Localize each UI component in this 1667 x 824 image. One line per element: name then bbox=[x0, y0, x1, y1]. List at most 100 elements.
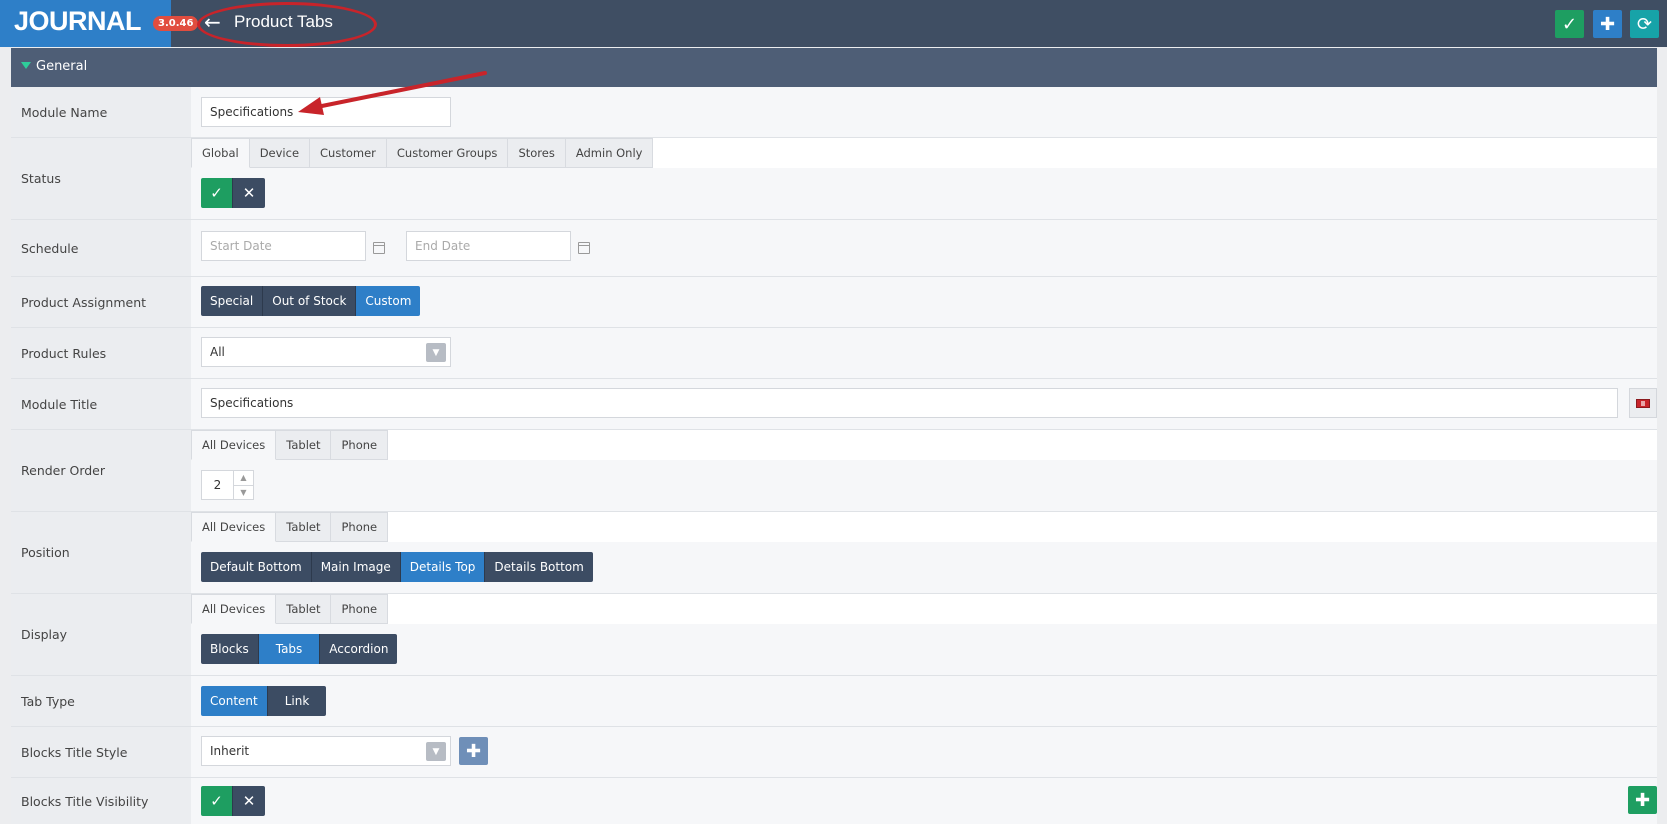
blocks-title-style-select[interactable]: Inherit ▼ bbox=[201, 736, 451, 766]
display-tabs: All Devices Tablet Phone bbox=[191, 594, 389, 624]
option-default-bottom[interactable]: Default Bottom bbox=[201, 552, 312, 582]
history-button[interactable]: ⟳ bbox=[1630, 10, 1659, 38]
tab-strip bbox=[191, 594, 1657, 624]
option-details-top[interactable]: Details Top bbox=[400, 552, 486, 582]
calendar-icon[interactable] bbox=[578, 242, 590, 254]
field-label: Product Rules bbox=[11, 328, 191, 378]
toggle-yes-button[interactable]: ✓ bbox=[201, 178, 233, 208]
tab-strip bbox=[191, 430, 1657, 460]
calendar-icon[interactable] bbox=[373, 242, 385, 254]
render-order-tabs: All Devices Tablet Phone bbox=[191, 430, 389, 460]
module-title-value: Specifications bbox=[210, 396, 294, 410]
tab-admin-only[interactable]: Admin Only bbox=[565, 138, 654, 168]
flag-icon bbox=[1636, 398, 1650, 408]
field-label: Position bbox=[11, 512, 191, 593]
option-blocks[interactable]: Blocks bbox=[201, 634, 259, 664]
tab-all-devices[interactable]: All Devices bbox=[191, 594, 277, 624]
toggle-yes-button[interactable]: ✓ bbox=[201, 786, 233, 816]
start-date-input[interactable]: Start Date bbox=[201, 231, 366, 261]
tab-phone[interactable]: Phone bbox=[331, 430, 389, 460]
field-label: Blocks Title Style bbox=[11, 727, 191, 777]
option-custom[interactable]: Custom bbox=[356, 286, 421, 316]
position-tabs: All Devices Tablet Phone bbox=[191, 512, 389, 542]
product-rules-select[interactable]: All ▼ bbox=[201, 337, 451, 367]
row-render-order: Render Order All Devices Tablet Phone 2 … bbox=[11, 430, 1657, 512]
display-group: Blocks Tabs Accordion bbox=[201, 634, 398, 664]
field-label: Tab Type bbox=[11, 676, 191, 726]
increment-icon[interactable]: ▲ bbox=[234, 471, 253, 486]
tab-device[interactable]: Device bbox=[249, 138, 311, 168]
tab-strip bbox=[191, 512, 1657, 542]
section-header-general[interactable]: General bbox=[11, 48, 1657, 87]
row-display: Display All Devices Tablet Phone Blocks … bbox=[11, 594, 1657, 676]
tab-tablet[interactable]: Tablet bbox=[276, 430, 332, 460]
product-assignment-group: Special Out of Stock Custom bbox=[201, 286, 421, 316]
add-item-button[interactable]: ✚ bbox=[1628, 786, 1657, 814]
field-label: Render Order bbox=[11, 430, 191, 511]
row-position: Position All Devices Tablet Phone Defaul… bbox=[11, 512, 1657, 594]
add-style-button[interactable]: ✚ bbox=[459, 737, 488, 765]
logo[interactable]: JOURNAL bbox=[0, 0, 171, 47]
toggle-no-button[interactable]: ✕ bbox=[233, 786, 265, 816]
status-tabs: Global Device Customer Customer Groups S… bbox=[191, 138, 654, 168]
render-order-value: 2 bbox=[202, 471, 234, 499]
chevron-down-icon: ▼ bbox=[426, 343, 446, 362]
module-name-value: Specifications bbox=[210, 105, 294, 119]
option-link[interactable]: Link bbox=[267, 686, 327, 716]
option-special[interactable]: Special bbox=[201, 286, 264, 316]
tab-all-devices[interactable]: All Devices bbox=[191, 512, 277, 542]
option-tabs[interactable]: Tabs bbox=[258, 634, 321, 664]
tab-customer[interactable]: Customer bbox=[310, 138, 387, 168]
product-rules-value: All bbox=[210, 345, 225, 359]
option-accordion[interactable]: Accordion bbox=[320, 634, 398, 664]
field-label: Status bbox=[11, 138, 191, 219]
row-module-title: Module Title Specifications bbox=[11, 379, 1657, 430]
tab-customer-groups[interactable]: Customer Groups bbox=[386, 138, 509, 168]
chevron-down-icon: ▼ bbox=[426, 742, 446, 761]
close-icon: ✕ bbox=[242, 792, 256, 810]
annotation-arrow bbox=[298, 71, 487, 115]
decrement-icon[interactable]: ▼ bbox=[234, 486, 253, 500]
start-date-placeholder: Start Date bbox=[210, 239, 272, 253]
option-out-of-stock[interactable]: Out of Stock bbox=[263, 286, 357, 316]
section-title: General bbox=[36, 59, 88, 74]
render-order-stepper[interactable]: 2 ▲ ▼ bbox=[201, 470, 254, 500]
row-blocks-title-visibility: Blocks Title Visibility ✓ ✕ ✚ bbox=[11, 778, 1657, 824]
end-date-placeholder: End Date bbox=[415, 239, 471, 253]
plus-icon: ✚ bbox=[465, 740, 482, 762]
tab-tablet[interactable]: Tablet bbox=[276, 594, 332, 624]
top-bar: JOURNAL 3.0.46 ← Product Tabs ✓ ✚ ⟳ bbox=[0, 0, 1667, 47]
option-content[interactable]: Content bbox=[201, 686, 268, 716]
field-label: Module Name bbox=[11, 87, 191, 137]
close-icon: ✕ bbox=[242, 184, 256, 202]
plus-icon: ✚ bbox=[1634, 789, 1651, 811]
field-label: Module Title bbox=[11, 379, 191, 429]
tab-phone[interactable]: Phone bbox=[331, 512, 389, 542]
field-label: Schedule bbox=[11, 220, 191, 276]
caret-down-icon bbox=[21, 62, 31, 69]
status-toggle: ✓ ✕ bbox=[201, 178, 265, 208]
row-module-name: Module Name Specifications bbox=[11, 87, 1657, 138]
check-icon: ✓ bbox=[1561, 13, 1578, 35]
field-label: Product Assignment bbox=[11, 277, 191, 327]
option-main-image[interactable]: Main Image bbox=[311, 552, 401, 582]
toggle-no-button[interactable]: ✕ bbox=[233, 178, 265, 208]
language-flag-button[interactable] bbox=[1629, 388, 1657, 418]
row-tab-type: Tab Type Content Link bbox=[11, 676, 1657, 727]
tab-global[interactable]: Global bbox=[191, 138, 250, 168]
history-icon: ⟳ bbox=[1636, 13, 1653, 35]
end-date-input[interactable]: End Date bbox=[406, 231, 571, 261]
add-button[interactable]: ✚ bbox=[1593, 10, 1622, 38]
module-title-input[interactable]: Specifications bbox=[201, 388, 1618, 418]
version-badge: 3.0.46 bbox=[153, 16, 199, 31]
option-details-bottom[interactable]: Details Bottom bbox=[485, 552, 593, 582]
tab-phone[interactable]: Phone bbox=[331, 594, 389, 624]
row-blocks-title-style: Blocks Title Style Inherit ▼ ✚ bbox=[11, 727, 1657, 778]
blocks-title-style-value: Inherit bbox=[210, 744, 250, 758]
tab-tablet[interactable]: Tablet bbox=[276, 512, 332, 542]
field-label: Display bbox=[11, 594, 191, 675]
tab-all-devices[interactable]: All Devices bbox=[191, 430, 277, 460]
save-button[interactable]: ✓ bbox=[1555, 10, 1584, 38]
tab-stores[interactable]: Stores bbox=[508, 138, 566, 168]
row-schedule: Schedule Start Date End Date bbox=[11, 220, 1657, 277]
